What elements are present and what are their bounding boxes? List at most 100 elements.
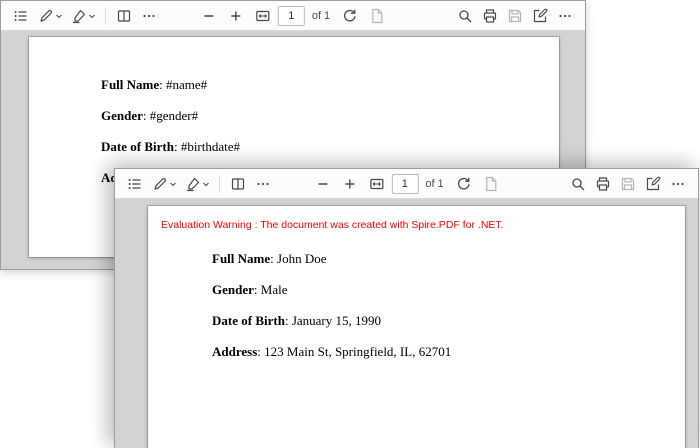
field-label: Full Name — [101, 77, 160, 92]
rotate-button[interactable] — [452, 172, 476, 196]
document-fields: Full Name: John Doe Gender: Male Date of… — [148, 231, 685, 360]
chevron-down-icon — [169, 182, 176, 186]
fit-to-width-button[interactable] — [364, 172, 388, 196]
field-full-name: Full Name: #name# — [101, 77, 559, 93]
fit-to-width-icon — [256, 10, 270, 21]
chevron-down-icon — [55, 14, 62, 18]
field-value: 123 Main St, Springfield, IL, 62701 — [264, 344, 452, 359]
rotate-button[interactable] — [338, 4, 362, 28]
page-number-input[interactable] — [277, 5, 305, 26]
search-icon — [572, 177, 585, 190]
page-count-label: of 1 — [425, 177, 444, 190]
field-label: Full Name — [212, 251, 271, 266]
save-button[interactable] — [616, 172, 640, 196]
save-as-icon — [646, 176, 661, 190]
page-number-input[interactable] — [391, 173, 419, 194]
page-count-label: of 1 — [311, 9, 331, 22]
field-separator: : — [253, 282, 261, 297]
printer-icon — [596, 176, 610, 191]
field-gender: Gender: Male — [212, 282, 685, 298]
field-value: John Doe — [277, 251, 327, 266]
toolbar-center-group: of 1 — [310, 169, 502, 198]
page-tool-button[interactable] — [479, 172, 503, 196]
highlight-button[interactable] — [181, 172, 213, 196]
ellipsis-icon — [559, 14, 571, 17]
search-button[interactable] — [566, 172, 590, 196]
field-value: #gender# — [149, 108, 199, 123]
field-value: #birthdate# — [180, 139, 241, 154]
highlight-button[interactable] — [67, 4, 99, 28]
minus-icon — [204, 14, 214, 17]
chevron-down-icon — [88, 14, 95, 18]
highlighter-icon — [186, 177, 199, 191]
field-separator: : — [173, 139, 181, 154]
draw-button[interactable] — [148, 172, 180, 196]
zoom-out-button[interactable] — [310, 172, 334, 196]
desktop: of 1 — [0, 0, 700, 448]
rotate-icon — [344, 9, 357, 22]
fit-to-width-icon — [369, 178, 383, 189]
field-label: Date of Birth — [212, 313, 285, 328]
field-birthdate: Date of Birth: #birthdate# — [101, 139, 559, 155]
save-as-button[interactable] — [641, 172, 665, 196]
field-separator: : — [142, 108, 150, 123]
page-tool-button[interactable] — [365, 4, 389, 28]
fit-to-width-button[interactable] — [251, 4, 275, 28]
page-view-icon — [231, 177, 245, 190]
toolbar-right-group — [566, 172, 690, 196]
print-button[interactable] — [591, 172, 615, 196]
search-button[interactable] — [453, 4, 477, 28]
draw-button[interactable] — [34, 4, 66, 28]
toolbar-left-group — [123, 172, 275, 196]
save-icon — [508, 9, 522, 22]
pen-icon — [153, 177, 166, 190]
toolbar-right-group — [453, 4, 577, 28]
highlighter-icon — [72, 9, 85, 23]
field-birthdate: Date of Birth: January 15, 1990 — [212, 313, 685, 329]
field-separator: : — [159, 77, 167, 92]
document-fields: Full Name: #name# Gender: #gender# Date … — [29, 37, 559, 186]
toc-button[interactable] — [123, 172, 147, 196]
more-options-button[interactable] — [553, 4, 577, 28]
save-as-icon — [533, 8, 548, 22]
plus-icon — [231, 11, 241, 20]
zoom-in-button[interactable] — [337, 172, 361, 196]
document-icon — [486, 176, 497, 191]
page-view-icon — [117, 9, 131, 22]
more-options-button[interactable] — [666, 172, 690, 196]
save-as-button[interactable] — [528, 4, 552, 28]
page-view-button[interactable] — [226, 172, 250, 196]
toolbar-divider — [105, 6, 106, 25]
page-view-button[interactable] — [112, 4, 136, 28]
field-label: Gender — [212, 282, 254, 297]
field-separator: : — [284, 313, 292, 328]
plus-icon — [344, 179, 354, 188]
more-tools-button[interactable] — [137, 4, 161, 28]
ellipsis-icon — [143, 14, 155, 17]
field-gender: Gender: #gender# — [101, 108, 559, 124]
field-label: Address — [212, 344, 258, 359]
chevron-down-icon — [202, 182, 209, 186]
rotate-icon — [457, 177, 470, 190]
toc-icon — [14, 10, 27, 21]
field-label: Date of Birth — [101, 139, 174, 154]
zoom-in-button[interactable] — [224, 4, 248, 28]
printer-icon — [483, 8, 497, 23]
field-value: January 15, 1990 — [291, 313, 381, 328]
field-separator: : — [270, 251, 278, 266]
minus-icon — [317, 182, 327, 185]
field-address: Address: 123 Main St, Springfield, IL, 6… — [212, 344, 685, 360]
toolbar-divider — [219, 174, 220, 193]
save-button[interactable] — [503, 4, 527, 28]
print-button[interactable] — [478, 4, 502, 28]
field-label: Gender — [101, 108, 143, 123]
pdf-page-result: Evaluation Warning : The document was cr… — [148, 206, 685, 448]
toolbar-center-group: of 1 — [197, 1, 389, 30]
zoom-out-button[interactable] — [197, 4, 221, 28]
pdf-toolbar: of 1 — [115, 169, 698, 199]
document-icon — [372, 8, 383, 23]
toc-button[interactable] — [9, 4, 33, 28]
search-icon — [459, 9, 472, 22]
pdf-viewer-window-result: of 1 — [114, 168, 699, 448]
more-tools-button[interactable] — [251, 172, 275, 196]
